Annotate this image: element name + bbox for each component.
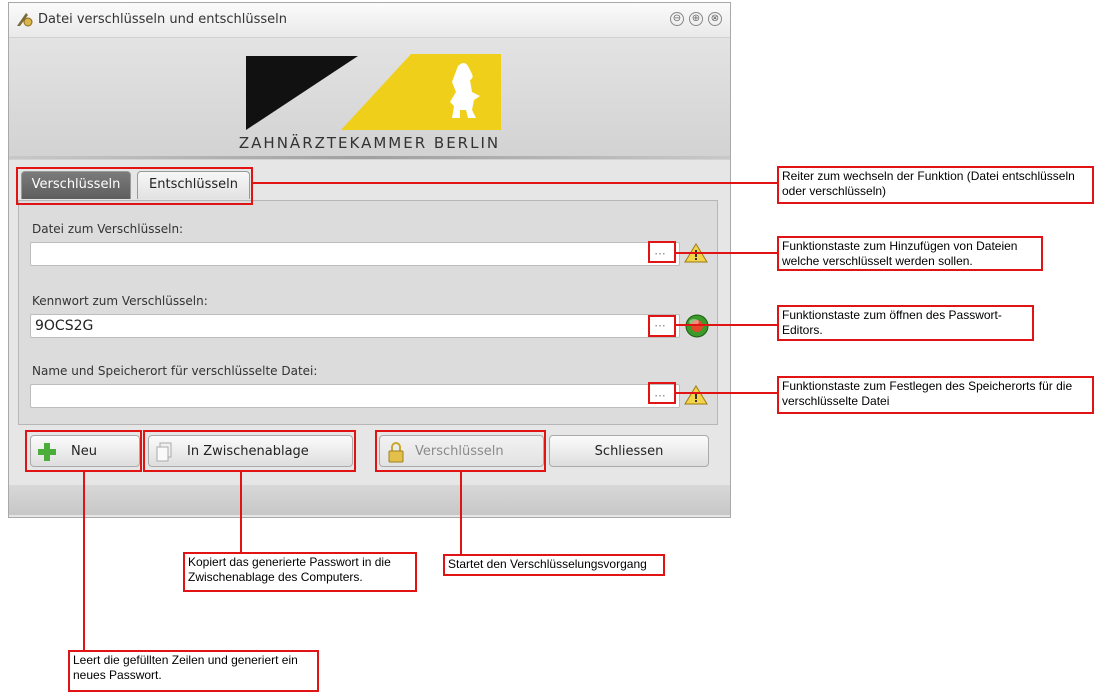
tabs-annotation: Reiter zum wechseln der Funktion (Datei …	[777, 166, 1094, 204]
encrypt-highlight	[375, 430, 546, 472]
password-editor-highlight	[648, 315, 676, 337]
close-button-label: Schliessen	[594, 444, 664, 459]
title-bar[interactable]: Datei verschlüsseln und entschlüsseln ⊖ …	[9, 3, 730, 38]
window-title: Datei verschlüsseln und entschlüsseln	[38, 12, 287, 27]
clipboard-annotation: Kopiert das generierte Passwort in die Z…	[183, 552, 417, 592]
header-divider	[9, 156, 730, 159]
berlin-bear-logo-icon	[246, 54, 501, 130]
password-connector	[676, 324, 777, 326]
password-annotation: Funktionstaste zum öffnen des Passwort-E…	[777, 305, 1034, 341]
encrypt-annotation: Startet den Verschlüsselungsvorgang	[443, 554, 665, 576]
close-window-icon[interactable]: ⊗	[708, 12, 722, 26]
status-bar	[9, 485, 730, 515]
new-annotation: Leert die gefüllten Zeilen und generiert…	[68, 650, 319, 692]
output-label: Name und Speicherort für verschlüsselte …	[32, 364, 318, 378]
file-label: Datei zum Verschlüsseln:	[32, 222, 184, 236]
new-connector	[83, 472, 85, 650]
output-path-input[interactable]	[30, 384, 680, 408]
file-connector	[676, 252, 777, 254]
output-annotation: Funktionstaste zum Festlegen des Speiche…	[777, 376, 1094, 414]
org-name: ZAHNÄRZTEKAMMER BERLIN	[238, 134, 501, 152]
password-input[interactable]: 9OCS2G	[30, 314, 680, 338]
browse-output-highlight	[648, 382, 676, 404]
clipboard-connector	[240, 472, 242, 552]
tabs-highlight	[16, 167, 253, 205]
browse-file-highlight	[648, 241, 676, 263]
minimize-icon[interactable]: ⊖	[670, 12, 684, 26]
new-button-highlight	[25, 430, 142, 472]
clipboard-highlight	[143, 430, 356, 472]
tabs-connector	[253, 182, 777, 184]
password-label: Kennwort zum Verschlüsseln:	[32, 294, 208, 308]
file-annotation: Funktionstaste zum Hinzufügen von Dateie…	[777, 236, 1043, 271]
logo-header: ZAHNÄRZTEKAMMER BERLIN	[9, 38, 730, 160]
ok-icon	[685, 314, 709, 338]
output-connector	[676, 392, 777, 394]
maximize-icon[interactable]: ⊕	[689, 12, 703, 26]
close-button[interactable]: Schliessen	[549, 435, 709, 467]
app-icon	[17, 13, 33, 27]
file-input[interactable]	[30, 242, 680, 266]
encrypt-connector	[460, 472, 462, 554]
warning-icon	[684, 385, 708, 405]
